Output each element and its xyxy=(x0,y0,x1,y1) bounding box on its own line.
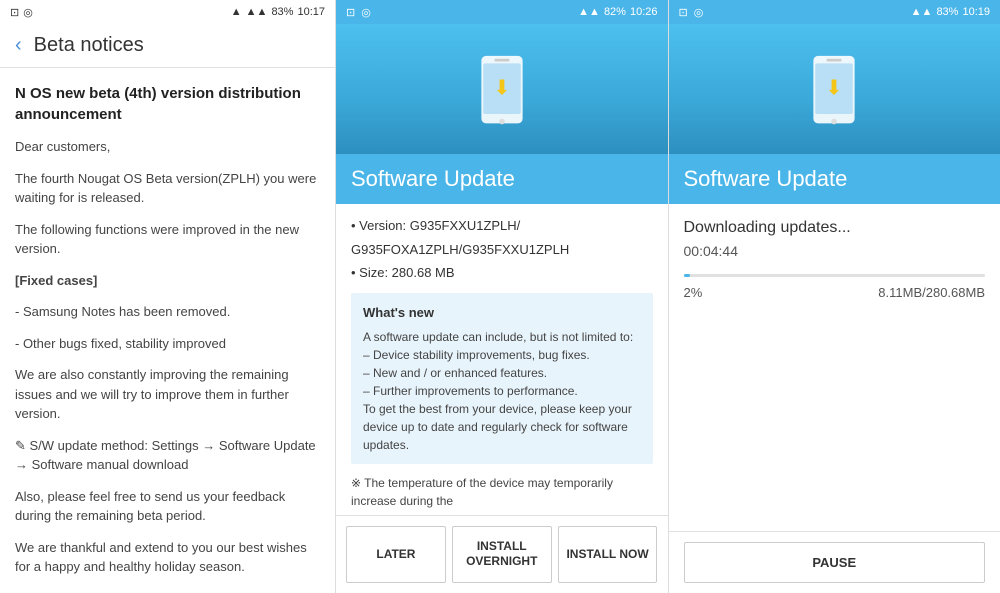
signal-u2: ▲▲ xyxy=(911,6,933,18)
beta-content-area: N OS new beta (4th) version distribution… xyxy=(0,68,335,593)
phone-download-icon: ⬇ xyxy=(467,52,537,132)
size-info: 8.11MB/280.68MB xyxy=(878,285,985,300)
beta-headline: N OS new beta (4th) version distribution… xyxy=(15,83,320,125)
phone-svg2: ⬇ xyxy=(804,54,864,129)
right-panels: ⊡ ◎ ▲▲ 82% 10:26 xyxy=(335,0,1000,593)
beta-para3: The following functions were improved in… xyxy=(15,220,320,259)
beta-para7: We are thankful and extend to you our be… xyxy=(15,538,320,577)
status-bar-update1-left: ⊡ ◎ xyxy=(346,6,371,19)
software-update-panel1: ⊡ ◎ ▲▲ 82% 10:26 xyxy=(335,0,668,593)
beta-para6: Also, please feel free to send us your f… xyxy=(15,487,320,526)
install-now-button[interactable]: INSTALL NOW xyxy=(558,526,658,583)
update1-hero: ⬇ xyxy=(336,24,668,154)
signal-icon: ▲ xyxy=(231,6,242,18)
pause-button[interactable]: PAUSE xyxy=(684,542,986,583)
status-bar-update1: ⊡ ◎ ▲▲ 82% 10:26 xyxy=(336,0,668,24)
beta-fixed-label: [Fixed cases] xyxy=(15,271,320,291)
beta-fixed2: - Other bugs fixed, stability improved xyxy=(15,334,320,354)
update1-body: • Version: G935FXXU1ZPLH/ G935FOXA1ZPLH/… xyxy=(336,204,668,515)
update2-title: Software Update xyxy=(684,166,986,192)
status-bar-update2: ⊡ ◎ ▲▲ 83% 10:19 xyxy=(669,0,1000,24)
downloading-text: Downloading updates... xyxy=(684,219,986,237)
whats-new-title: What's new xyxy=(363,303,641,323)
download-body: Downloading updates... 00:04:44 2% 8.11M… xyxy=(669,204,1000,531)
back-button[interactable]: ‹ xyxy=(15,34,22,57)
update1-title-bar: Software Update xyxy=(336,154,668,204)
svg-text:⬇: ⬇ xyxy=(493,76,510,99)
beta-header: ‹ Beta notices xyxy=(0,24,335,68)
beta-fixed1: - Samsung Notes has been removed. xyxy=(15,302,320,322)
notification-icon-u1: ⊡ xyxy=(346,6,355,19)
notification-icon: ⊡ xyxy=(10,6,19,19)
software-update-panel2: ⊡ ◎ ▲▲ 83% 10:19 ⬇ Soft xyxy=(668,0,1000,593)
circle-icon-u2: ◎ xyxy=(694,6,704,19)
battery-percent-beta: 83% xyxy=(271,6,293,18)
status-bar-beta: ⊡ ◎ ▲ ▲▲ 83% 10:17 xyxy=(0,0,335,24)
progress-bar-fill xyxy=(684,274,690,277)
beta-para1: Dear customers, xyxy=(15,137,320,157)
install-overnight-button[interactable]: INSTALL OVERNIGHT xyxy=(452,526,552,583)
status-bar-right-icons: ▲ ▲▲ 83% 10:17 xyxy=(231,6,325,18)
notification-icon-u2: ⊡ xyxy=(679,6,688,19)
temp-warning: ※ The temperature of the device may temp… xyxy=(351,474,653,510)
update2-title-bar: Software Update xyxy=(669,154,1000,204)
phone-download-icon2: ⬇ xyxy=(799,52,869,132)
beta-para4: We are also constantly improving the rem… xyxy=(15,365,320,424)
status-bar-update2-left: ⊡ ◎ xyxy=(679,6,704,19)
whats-new-box: What's new A software update can include… xyxy=(351,293,653,465)
version-line1: • Version: G935FXXU1ZPLH/ xyxy=(351,216,653,236)
phone-svg: ⬇ xyxy=(472,54,532,129)
clock-u2: 10:19 xyxy=(962,6,990,18)
circle2-icon-u1: ◎ xyxy=(361,6,371,19)
version-line2: G935FOXA1ZPLH/G935FXXU1ZPLH xyxy=(351,240,653,260)
battery-u1: 82% xyxy=(604,6,626,18)
clock-u1: 10:26 xyxy=(630,6,658,18)
update1-title: Software Update xyxy=(351,166,653,192)
beta-notices-panel: ⊡ ◎ ▲ ▲▲ 83% 10:17 ‹ Beta notices N OS n… xyxy=(0,0,335,593)
update2-hero: ⬇ xyxy=(669,24,1000,154)
whats-new-body: A software update can include, but is no… xyxy=(363,328,641,454)
signal-u1: ▲▲ xyxy=(578,6,600,18)
svg-text:⬇: ⬇ xyxy=(826,76,843,99)
circle-icon: ◎ xyxy=(23,6,33,19)
battery-u2: 83% xyxy=(936,6,958,18)
status-bar-update1-right: ▲▲ 82% 10:26 xyxy=(578,6,657,18)
progress-percent: 2% xyxy=(684,285,703,300)
time-remaining: 00:04:44 xyxy=(684,243,986,259)
size-line: • Size: 280.68 MB xyxy=(351,263,653,283)
later-button[interactable]: LATER xyxy=(346,526,446,583)
beta-title: Beta notices xyxy=(34,34,144,57)
beta-footer1: ♥Happy Holidays~~♥ xyxy=(15,589,320,593)
beta-para2: The fourth Nougat OS Beta version(ZPLH) … xyxy=(15,169,320,208)
update1-footer: LATER INSTALL OVERNIGHT INSTALL NOW xyxy=(336,515,668,593)
download-stats: 2% 8.11MB/280.68MB xyxy=(684,285,986,300)
wifi-icon: ▲▲ xyxy=(246,6,268,18)
clock-beta: 10:17 xyxy=(297,6,325,18)
status-bar-update2-right: ▲▲ 83% 10:19 xyxy=(911,6,990,18)
status-bar-left-icons: ⊡ ◎ xyxy=(10,6,33,19)
pause-footer: PAUSE xyxy=(669,531,1000,593)
beta-para5: ✎ S/W update method: Settings → Software… xyxy=(15,436,320,475)
progress-bar-container xyxy=(684,274,986,277)
